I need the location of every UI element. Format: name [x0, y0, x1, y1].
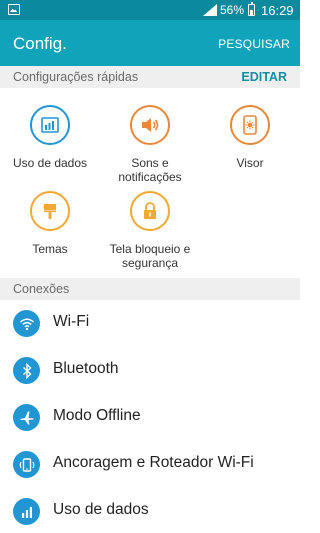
quick-setting-sounds[interactable]: Sons e notificações [100, 105, 200, 184]
volume-icon [130, 105, 170, 145]
list-item-tethering[interactable]: Ancoragem e Roteador Wi-Fi [0, 441, 300, 488]
search-button[interactable]: PESQUISAR [218, 37, 290, 51]
lock-icon [130, 191, 170, 231]
list-item-label: Bluetooth [53, 360, 119, 377]
gallery-notification-icon [8, 4, 20, 15]
list-item-label: Wi-Fi [53, 313, 90, 330]
section-title: Conexões [13, 282, 70, 296]
quick-setting-display[interactable]: Visor [200, 105, 300, 170]
wifi-icon [13, 310, 40, 337]
list-item-bluetooth[interactable]: Bluetooth [0, 347, 300, 394]
clock: 16:29 [261, 3, 294, 18]
quick-settings-header: Configurações rápidas EDITAR [0, 66, 300, 88]
status-bar: 56% 16:29 [0, 0, 300, 20]
quick-setting-themes[interactable]: Temas [0, 191, 100, 256]
data-usage-icon [30, 105, 70, 145]
signal-icon [203, 4, 217, 16]
app-bar: Config. PESQUISAR [0, 20, 300, 66]
page-title: Config. [13, 34, 67, 53]
quick-setting-label: Temas [32, 242, 68, 256]
quick-setting-label: Sons e [131, 156, 169, 170]
quick-setting-label: Uso de dados [12, 156, 88, 170]
list-item-label: Modo Offline [53, 407, 141, 424]
airplane-icon [13, 404, 40, 431]
connections-header: Conexões [0, 278, 300, 300]
edit-button[interactable]: EDITAR [241, 70, 287, 84]
quick-setting-label-2: notificações [118, 170, 182, 184]
bluetooth-icon [13, 357, 40, 384]
list-item-offline-mode[interactable]: Modo Offline [0, 394, 300, 441]
list-item-wifi[interactable]: Wi-Fi [0, 300, 300, 347]
data-usage-icon [13, 498, 40, 525]
quick-setting-data-usage[interactable]: Uso de dados [0, 105, 100, 170]
section-title: Configurações rápidas [13, 70, 139, 84]
list-item-label: Uso de dados [53, 501, 149, 518]
list-item-data-usage[interactable]: Uso de dados [0, 488, 300, 533]
tethering-icon [13, 451, 40, 478]
battery-percent: 56% [220, 3, 245, 17]
list-item-label: Ancoragem e Roteador Wi-Fi [53, 454, 254, 471]
quick-setting-label: Tela bloqueio e [109, 242, 191, 256]
quick-setting-lock-screen[interactable]: Tela bloqueio e segurança [100, 191, 200, 270]
quick-setting-label: Visor [236, 156, 264, 170]
paint-brush-icon [30, 191, 70, 231]
display-icon [230, 105, 270, 145]
battery-icon [248, 2, 255, 16]
quick-setting-label-2: segurança [121, 256, 179, 270]
